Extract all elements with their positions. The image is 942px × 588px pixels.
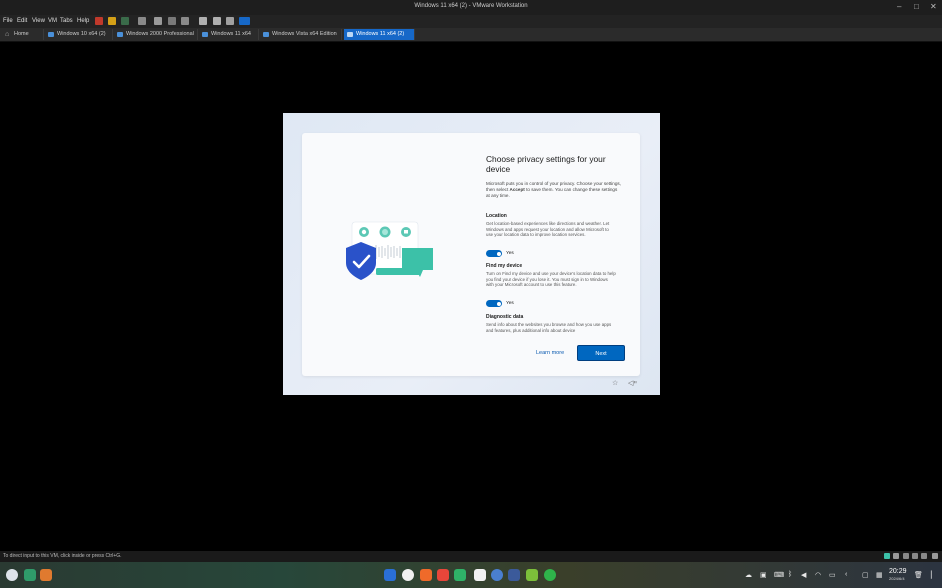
menu-file[interactable]: File (3, 18, 13, 24)
tab-windows-2000[interactable]: Windows 2000 Professional (114, 29, 198, 40)
fullscreen-icon[interactable] (226, 17, 234, 25)
wifi-icon[interactable]: ◠ (815, 571, 821, 579)
photos-icon[interactable] (437, 569, 449, 581)
spreadsheet-icon[interactable] (454, 569, 466, 581)
clock[interactable]: 20:29 2024/6/4 (889, 568, 907, 582)
file-manager-icon[interactable] (384, 569, 396, 581)
location-text: Get location-based experiences like dire… (486, 221, 610, 238)
menu-edit[interactable]: Edit (17, 18, 27, 24)
vm-icon (347, 32, 353, 37)
find-my-device-title: Find my device (486, 263, 523, 269)
close-icon[interactable]: ✕ (930, 2, 937, 12)
page-title: Choose privacy settings for your device (486, 154, 606, 174)
menu-tabs[interactable]: Tabs (60, 18, 73, 24)
location-toggle-label: Yes (506, 251, 514, 256)
clock-date: 2024/6/4 (889, 576, 905, 581)
keyboard-icon[interactable]: ⌨ (774, 571, 784, 579)
vm-icon (263, 32, 269, 37)
privacy-illustration (346, 221, 433, 280)
status-text: To direct input to this VM, click inside… (3, 553, 122, 559)
status-bar: To direct input to this VM, click inside… (0, 551, 942, 562)
accessibility-icon[interactable]: ☆ (612, 379, 618, 387)
window-title: Windows 11 x64 (2) - VMware Workstation (414, 3, 528, 9)
tab-label: Windows 2000 Professional (126, 31, 194, 37)
trash-icon[interactable]: 🗑 (914, 571, 923, 579)
tray-app-icon[interactable]: ▣ (760, 571, 767, 579)
vm-icon (48, 32, 54, 37)
battery-icon[interactable]: ▭ (829, 571, 836, 579)
menu-view[interactable]: View (32, 18, 45, 24)
show-desktop-icon[interactable]: ▏ (931, 571, 936, 579)
find-my-device-text: Turn on Find my device and use your devi… (486, 271, 616, 288)
tab-windows-10[interactable]: Windows 10 x64 (2) (45, 29, 113, 40)
tab-label: Windows 11 x64 (2) (356, 31, 405, 37)
vm-icon (117, 32, 123, 37)
wechat-icon[interactable] (544, 569, 556, 581)
launcher-icon[interactable] (6, 569, 18, 581)
menu-bar: File Edit View VM Tabs Help (0, 15, 942, 28)
tab-windows-11-2[interactable]: Windows 11 x64 (2) (344, 29, 415, 40)
expand-tray-icon[interactable]: ‹ (845, 571, 847, 578)
app-store-icon[interactable] (40, 569, 52, 581)
play-icon[interactable] (121, 17, 129, 25)
maximize-icon[interactable]: □ (914, 2, 919, 12)
host-taskbar: ☁ ▣ ⌨ ᛒ ◀ ◠ ▭ ‹ ▢ ▦ 20:29 2024/6/4 🗑 ▏ (0, 562, 942, 588)
find-my-device-toggle[interactable] (486, 300, 502, 307)
pause-icon[interactable] (108, 17, 116, 25)
location-toggle[interactable] (486, 250, 502, 257)
clipboard-icon[interactable]: ▦ (876, 571, 883, 579)
location-title: Location (486, 213, 507, 219)
snapshot-icon[interactable] (154, 17, 162, 25)
library-icon[interactable] (199, 17, 207, 25)
browser-icon[interactable] (402, 569, 414, 581)
notes-icon[interactable] (526, 569, 538, 581)
usb-icon[interactable] (912, 553, 918, 559)
sound-icon[interactable] (921, 553, 927, 559)
tab-windows-vista[interactable]: Windows Vista x64 Edition (260, 29, 342, 40)
minimize-icon[interactable]: – (897, 2, 901, 12)
revert-snapshot-icon[interactable] (168, 17, 176, 25)
thumbnail-icon[interactable] (213, 17, 221, 25)
bluetooth-icon[interactable]: ᛒ (788, 571, 792, 578)
hdd-icon[interactable] (884, 553, 890, 559)
unity-icon[interactable] (239, 17, 250, 25)
tab-windows-11[interactable]: Windows 11 x64 (199, 29, 259, 40)
privacy-card: Choose privacy settings for your device … (302, 133, 640, 376)
oobe-screen: Choose privacy settings for your device … (283, 113, 660, 395)
notification-icon[interactable]: ▢ (862, 571, 869, 579)
find-my-device-toggle-label: Yes (506, 301, 514, 306)
next-button[interactable]: Next (577, 345, 625, 361)
tab-home[interactable]: ⌂ Home (2, 29, 44, 40)
vm-icon (202, 32, 208, 37)
power-icon[interactable] (95, 17, 103, 25)
menu-vm[interactable]: VM (48, 18, 57, 24)
display-icon[interactable] (932, 553, 938, 559)
network-icon[interactable] (903, 553, 909, 559)
learn-more-link[interactable]: Learn more (536, 350, 564, 356)
diagnostic-data-text: Send info about the websites you browse … (486, 322, 612, 333)
tab-label: Home (14, 31, 29, 37)
cdrom-icon[interactable] (893, 553, 899, 559)
clock-time: 20:29 (889, 568, 907, 575)
calendar-icon[interactable] (474, 569, 486, 581)
tab-label: Windows 10 x64 (2) (57, 31, 106, 37)
volume-icon[interactable]: ◁ײ (628, 379, 637, 387)
title-bar: Windows 11 x64 (2) - VMware Workstation … (0, 0, 942, 15)
office-icon[interactable] (420, 569, 432, 581)
vmware-icon[interactable] (508, 569, 520, 581)
terminal-icon[interactable] (24, 569, 36, 581)
snapshot-manager-icon[interactable] (181, 17, 189, 25)
tab-bar: ⌂ Home Windows 10 x64 (2) Windows 2000 P… (0, 28, 942, 42)
cloud-icon[interactable]: ☁ (745, 571, 752, 579)
menu-help[interactable]: Help (77, 18, 89, 24)
send-keys-icon[interactable] (138, 17, 146, 25)
speaker-icon[interactable]: ◀ (801, 571, 806, 579)
home-icon: ⌂ (5, 31, 10, 38)
tab-label: Windows Vista x64 Edition (272, 31, 337, 37)
privacy-description: Microsoft puts you in control of your pr… (486, 181, 622, 199)
settings-icon[interactable] (491, 569, 503, 581)
diagnostic-data-title: Diagnostic data (486, 314, 524, 320)
tab-label: Windows 11 x64 (211, 31, 251, 37)
description-bold: Accept (509, 187, 525, 192)
